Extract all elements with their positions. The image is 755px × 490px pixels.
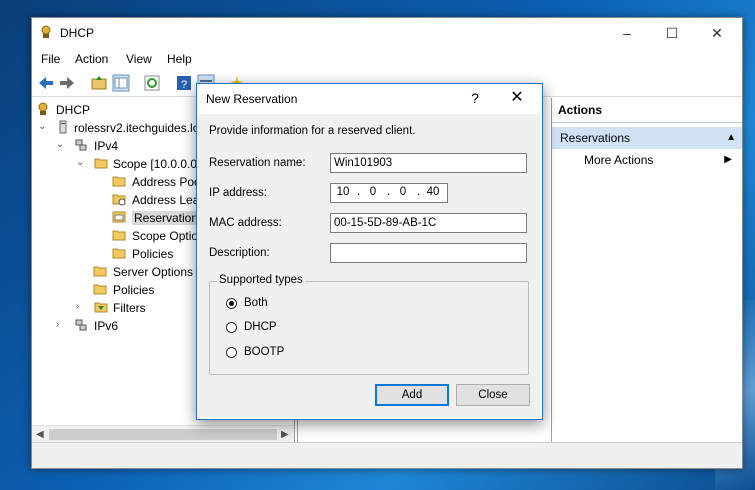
ipv6-network-icon — [75, 319, 87, 331]
reservation-name-field[interactable]: Win101903 — [330, 153, 527, 173]
submenu-arrow-icon: ▶ — [724, 154, 732, 165]
ip-dot: . — [387, 186, 391, 198]
actions-header: Actions — [552, 98, 742, 123]
ipv4-network-icon — [75, 139, 87, 151]
expand-chevron-icon[interactable]: ⌄ — [56, 140, 66, 150]
ip-address-field[interactable]: 10 . 0 . 0 . 40 — [330, 183, 448, 203]
reservation-name-label: Reservation name: — [209, 157, 306, 169]
help-icon[interactable]: ? — [175, 74, 193, 92]
reservations-icon — [112, 211, 126, 223]
ip-octet-2[interactable]: 0 — [363, 186, 383, 198]
ip-octet-3[interactable]: 0 — [393, 186, 413, 198]
show-hide-tree-icon[interactable] — [112, 74, 130, 92]
menu-action[interactable]: Action — [75, 52, 108, 66]
dialog-body: Provide information for a reserved clien… — [197, 114, 540, 417]
description-field[interactable] — [330, 243, 527, 263]
add-button[interactable]: Add — [375, 384, 449, 406]
scroll-left-icon[interactable]: ◀ — [36, 429, 44, 440]
maximize-button[interactable]: ☐ — [649, 18, 695, 48]
tree-label-address-pool: Address Poo — [132, 175, 201, 189]
radio-both-label: Both — [244, 297, 268, 309]
ip-address-label: IP address: — [209, 187, 267, 199]
tree-label-server: rolessrv2.itechguides.lo — [74, 121, 200, 135]
ip-dot: . — [417, 186, 421, 198]
scroll-right-icon[interactable]: ▶ — [281, 429, 289, 440]
clock-folder-icon — [112, 194, 126, 206]
more-actions-label: More Actions — [584, 153, 654, 167]
close-button[interactable]: Close — [456, 384, 530, 406]
tree-label-policies: Policies — [113, 283, 155, 297]
dialog-intro-text: Provide information for a reserved clien… — [209, 125, 416, 137]
dialog-title-bar[interactable]: New Reservation ? ✕ — [197, 84, 542, 114]
new-reservation-dialog: New Reservation ? ✕ Provide information … — [196, 83, 543, 420]
tree-label-ipv4: IPv4 — [94, 139, 119, 153]
options-folder-icon — [112, 230, 126, 241]
more-actions-item[interactable]: More Actions ▶ — [552, 149, 742, 171]
dialog-help-button[interactable]: ? — [465, 88, 485, 108]
server-icon — [59, 120, 67, 134]
tree-label-scope: Scope [10.0.0.0] — [113, 157, 201, 171]
tree-label-address-leases: Address Leas — [132, 193, 206, 207]
options-folder-icon — [93, 266, 107, 277]
tree-label-filters: Filters — [113, 301, 146, 315]
dhcp-trophy-icon — [38, 102, 48, 115]
policies-folder-icon — [112, 248, 126, 259]
tree-horizontal-scrollbar[interactable]: ◀ ▶ — [32, 425, 294, 443]
tree-label-dhcp: DHCP — [56, 103, 91, 117]
menu-view[interactable]: View — [126, 52, 152, 66]
ip-octet-1[interactable]: 10 — [333, 186, 353, 198]
tree-label-server-options: Server Options — [113, 265, 194, 279]
window-title: DHCP — [60, 26, 95, 40]
expand-chevron-right-icon[interactable]: › — [76, 302, 86, 312]
folder-icon — [94, 158, 108, 169]
mac-address-label: MAC address: — [209, 217, 282, 229]
mac-address-field[interactable]: 00-15-5D-89-AB-1C — [330, 213, 527, 233]
radio-button[interactable] — [226, 347, 237, 358]
tree-label-scope-options: Scope Optio — [132, 229, 199, 243]
forward-arrow-icon[interactable] — [58, 74, 76, 92]
ip-dot: . — [357, 186, 361, 198]
up-folder-icon[interactable] — [90, 74, 108, 92]
tree-label-scope-policies: Policies — [132, 247, 174, 261]
actions-group-reservations[interactable]: Reservations ▲ — [552, 127, 742, 149]
expand-chevron-icon[interactable]: ⌄ — [76, 158, 86, 168]
supported-types-label: Supported types — [217, 274, 305, 286]
supported-types-group: Supported types Both DHCP BOOTP — [209, 274, 529, 375]
menu-bar: File Action View Help — [32, 48, 742, 70]
radio-dhcp-label: DHCP — [244, 321, 277, 333]
ip-octet-4[interactable]: 40 — [423, 186, 443, 198]
radio-bootp-label: BOOTP — [244, 346, 285, 358]
refresh-icon[interactable] — [143, 74, 161, 92]
dialog-close-button[interactable]: ✕ — [505, 88, 529, 108]
close-window-button[interactable]: ✕ — [694, 18, 740, 48]
minimize-button[interactable]: – — [604, 18, 650, 48]
tree-label-ipv6: IPv6 — [94, 319, 119, 333]
status-bar — [32, 442, 742, 468]
menu-file[interactable]: File — [41, 52, 60, 66]
filter-icon — [94, 302, 108, 313]
dialog-title: New Reservation — [206, 92, 298, 106]
folder-icon — [112, 176, 126, 187]
title-bar[interactable]: DHCP – ☐ ✕ — [32, 18, 742, 48]
tree-label-reservations: Reservations — [132, 211, 207, 225]
actions-pane: Actions Reservations ▲ More Actions ▶ — [552, 98, 742, 443]
policies-folder-icon — [93, 284, 107, 295]
dhcp-app-icon — [41, 25, 51, 38]
menu-help[interactable]: Help — [167, 52, 192, 66]
collapse-caret-icon[interactable]: ▲ — [726, 127, 736, 149]
back-arrow-icon[interactable] — [37, 74, 55, 92]
scroll-thumb[interactable] — [49, 429, 277, 440]
svg-text:?: ? — [181, 79, 187, 91]
expand-chevron-right-icon[interactable]: › — [56, 320, 66, 330]
expand-chevron-icon[interactable]: ⌄ — [38, 122, 48, 132]
radio-button[interactable] — [226, 322, 237, 333]
radio-button-checked[interactable] — [226, 298, 237, 309]
actions-group-label: Reservations — [560, 131, 631, 145]
description-label: Description: — [209, 247, 270, 259]
